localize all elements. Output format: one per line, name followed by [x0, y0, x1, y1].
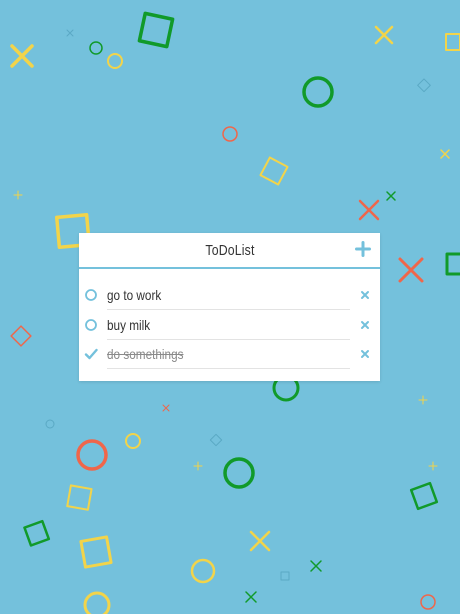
close-icon	[361, 291, 369, 299]
app-title: ToDoList	[204, 241, 255, 259]
list-item: do somethings	[79, 340, 380, 370]
todo-text[interactable]: go to work	[107, 281, 350, 310]
close-icon	[361, 350, 369, 358]
todo-card: ToDoList go to work buy milk do somethin…	[79, 233, 380, 381]
todo-text[interactable]: do somethings	[107, 340, 350, 369]
card-header: ToDoList	[79, 233, 380, 269]
delete-todo-button[interactable]	[360, 290, 370, 300]
delete-todo-button[interactable]	[360, 320, 370, 330]
todo-toggle[interactable]	[84, 347, 98, 361]
todo-list: go to work buy milk do somethings	[79, 281, 380, 370]
todo-text[interactable]: buy milk	[107, 311, 350, 340]
circle-icon	[85, 318, 97, 331]
delete-todo-button[interactable]	[360, 349, 370, 359]
todo-label: buy milk	[107, 316, 151, 333]
todo-label: go to work	[107, 287, 162, 303]
add-todo-button[interactable]	[355, 241, 371, 257]
list-item: buy milk	[79, 311, 380, 341]
circle-icon	[85, 289, 97, 301]
check-icon	[84, 348, 98, 360]
plus-icon	[355, 241, 371, 257]
todo-label: do somethings	[107, 346, 184, 362]
list-item: go to work	[79, 281, 380, 311]
todo-toggle[interactable]	[84, 288, 98, 302]
todo-toggle[interactable]	[84, 318, 98, 332]
close-icon	[361, 320, 369, 329]
